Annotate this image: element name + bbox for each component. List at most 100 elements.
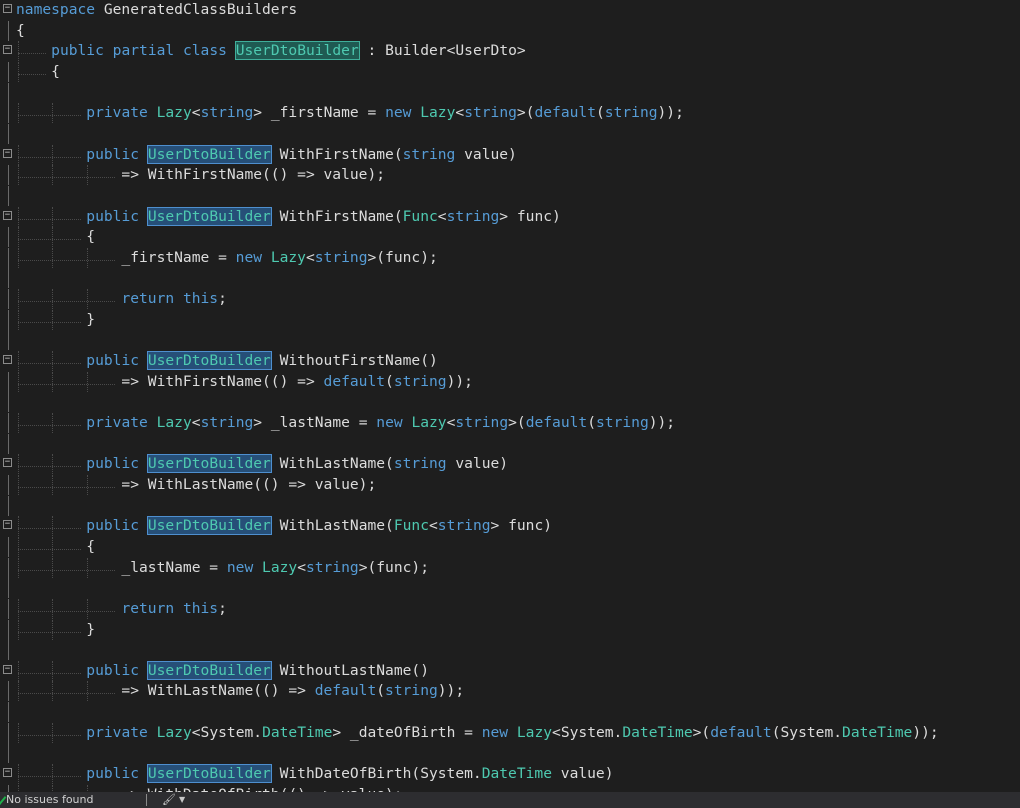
- collapse-icon[interactable]: −: [3, 148, 12, 158]
- code-text: public UserDtoBuilder WithLastName(Func<…: [16, 516, 552, 536]
- collapse-icon[interactable]: −: [3, 664, 12, 674]
- keyword-token: string: [200, 414, 254, 431]
- text-token: {: [16, 62, 60, 80]
- status-bar: No issues found 🖌︎ ▼: [0, 792, 1020, 808]
- highlighted-reference[interactable]: UserDtoBuilder: [146, 454, 272, 474]
- text-token: ));: [446, 372, 473, 390]
- highlighted-reference[interactable]: UserDtoBuilder: [146, 764, 272, 784]
- code-editor[interactable]: − namespace GeneratedClassBuilders{− publ…: [0, 0, 1020, 792]
- code-line[interactable]: − public UserDtoBuilder WithoutFirstName…: [0, 351, 1020, 372]
- code-line[interactable]: }: [0, 309, 1020, 330]
- code-line[interactable]: => WithFirstName(() => default(string));: [0, 371, 1020, 392]
- code-line[interactable]: [0, 330, 1020, 351]
- type-token: Lazy: [516, 723, 553, 741]
- code-line[interactable]: [0, 268, 1020, 289]
- keyword-token: new: [376, 414, 403, 431]
- collapse-icon[interactable]: −: [3, 210, 12, 220]
- code-line[interactable]: − public UserDtoBuilder WithLastName(str…: [0, 454, 1020, 475]
- type-token: DateTime: [842, 723, 913, 741]
- fold-guide: [8, 784, 9, 792]
- code-line[interactable]: − public UserDtoBuilder WithoutLastName(…: [0, 660, 1020, 681]
- code-line[interactable]: => WithLastName(() => default(string));: [0, 681, 1020, 702]
- code-line[interactable]: => WithLastName(() => value);: [0, 474, 1020, 495]
- collapse-icon[interactable]: −: [3, 45, 12, 55]
- code-line[interactable]: − public UserDtoBuilder WithDateOfBirth(…: [0, 764, 1020, 785]
- code-text: {: [16, 22, 25, 40]
- code-line[interactable]: [0, 702, 1020, 723]
- collapse-icon[interactable]: −: [3, 4, 12, 13]
- code-line[interactable]: [0, 123, 1020, 144]
- code-line[interactable]: }: [0, 619, 1020, 640]
- fold-guide: [8, 185, 9, 206]
- code-line[interactable]: private Lazy<System.DateTime> _dateOfBir…: [0, 722, 1020, 743]
- type-token: Lazy: [156, 723, 192, 741]
- code-line[interactable]: [0, 82, 1020, 103]
- code-line[interactable]: [0, 743, 1020, 764]
- code-line[interactable]: − public UserDtoBuilder WithLastName(Fun…: [0, 516, 1020, 537]
- text-token: >(func);: [367, 248, 438, 266]
- code-line[interactable]: − public UserDtoBuilder WithFirstName(Fu…: [0, 206, 1020, 227]
- keyword-token: default: [314, 682, 377, 700]
- code-cleanup-icon[interactable]: 🖌︎: [162, 792, 176, 808]
- text-token: <: [297, 558, 306, 576]
- collapse-icon[interactable]: −: [3, 520, 12, 530]
- keyword-token: return: [121, 290, 175, 308]
- code-line[interactable]: {: [0, 20, 1020, 41]
- highlighted-reference[interactable]: UserDtoBuilder: [146, 206, 272, 226]
- code-line[interactable]: private Lazy<string> _lastName = new Laz…: [0, 413, 1020, 433]
- chevron-down-icon[interactable]: ▼: [179, 792, 185, 808]
- code-line[interactable]: private Lazy<string> _firstName = new La…: [0, 103, 1020, 124]
- code-line[interactable]: _firstName = new Lazy<string>(func);: [0, 247, 1020, 268]
- fold-guide: [8, 247, 9, 268]
- fold-guide: [8, 702, 9, 723]
- keyword-token: default: [525, 414, 588, 431]
- code-line[interactable]: [0, 433, 1020, 454]
- highlighted-reference[interactable]: UserDtoBuilder: [146, 144, 272, 164]
- code-line[interactable]: − public UserDtoBuilder WithFirstName(st…: [0, 144, 1020, 165]
- keyword-token: string: [393, 455, 447, 473]
- code-line[interactable]: [0, 392, 1020, 413]
- code-line[interactable]: − public partial class UserDtoBuilder : …: [0, 41, 1020, 62]
- code-line[interactable]: return this;: [0, 289, 1020, 310]
- text-token: }: [16, 620, 96, 638]
- text-token: ));: [657, 104, 684, 122]
- code-line[interactable]: − namespace GeneratedClassBuilders: [0, 0, 1020, 20]
- fold-guide: [8, 619, 9, 640]
- highlighted-reference[interactable]: UserDtoBuilder: [234, 41, 360, 61]
- type-token: DateTime: [481, 765, 552, 783]
- text-token: <System.: [552, 723, 623, 741]
- code-line[interactable]: {: [0, 536, 1020, 557]
- collapse-icon[interactable]: −: [3, 458, 12, 468]
- keyword-token: default: [323, 372, 386, 390]
- code-line[interactable]: _lastName = new Lazy<string>(func);: [0, 557, 1020, 578]
- code-line[interactable]: {: [0, 227, 1020, 248]
- code-line[interactable]: {: [0, 61, 1020, 82]
- code-line[interactable]: => WithDateOfBirth(() => value);: [0, 784, 1020, 792]
- keyword-token: public: [86, 352, 140, 370]
- keyword-token: public: [86, 455, 140, 473]
- collapse-icon[interactable]: −: [3, 355, 12, 365]
- status-issues-text[interactable]: No issues found: [6, 792, 93, 808]
- code-line[interactable]: [0, 185, 1020, 206]
- code-line[interactable]: [0, 578, 1020, 599]
- code-line[interactable]: return this;: [0, 598, 1020, 619]
- code-line[interactable]: [0, 640, 1020, 661]
- type-token: Lazy: [156, 104, 192, 122]
- highlighted-reference[interactable]: UserDtoBuilder: [146, 351, 272, 371]
- code-line[interactable]: [0, 495, 1020, 516]
- text-token: <: [455, 104, 465, 122]
- code-line[interactable]: => WithFirstName(() => value);: [0, 165, 1020, 186]
- fold-guide: [8, 227, 9, 248]
- collapse-icon[interactable]: −: [3, 768, 12, 778]
- keyword-token: this: [182, 599, 219, 617]
- text-token: : Builder<UserDto>: [358, 42, 526, 60]
- highlighted-reference[interactable]: UserDtoBuilder: [146, 660, 272, 680]
- highlighted-reference[interactable]: UserDtoBuilder: [146, 516, 272, 536]
- code-text: public UserDtoBuilder WithFirstName(Func…: [16, 206, 561, 226]
